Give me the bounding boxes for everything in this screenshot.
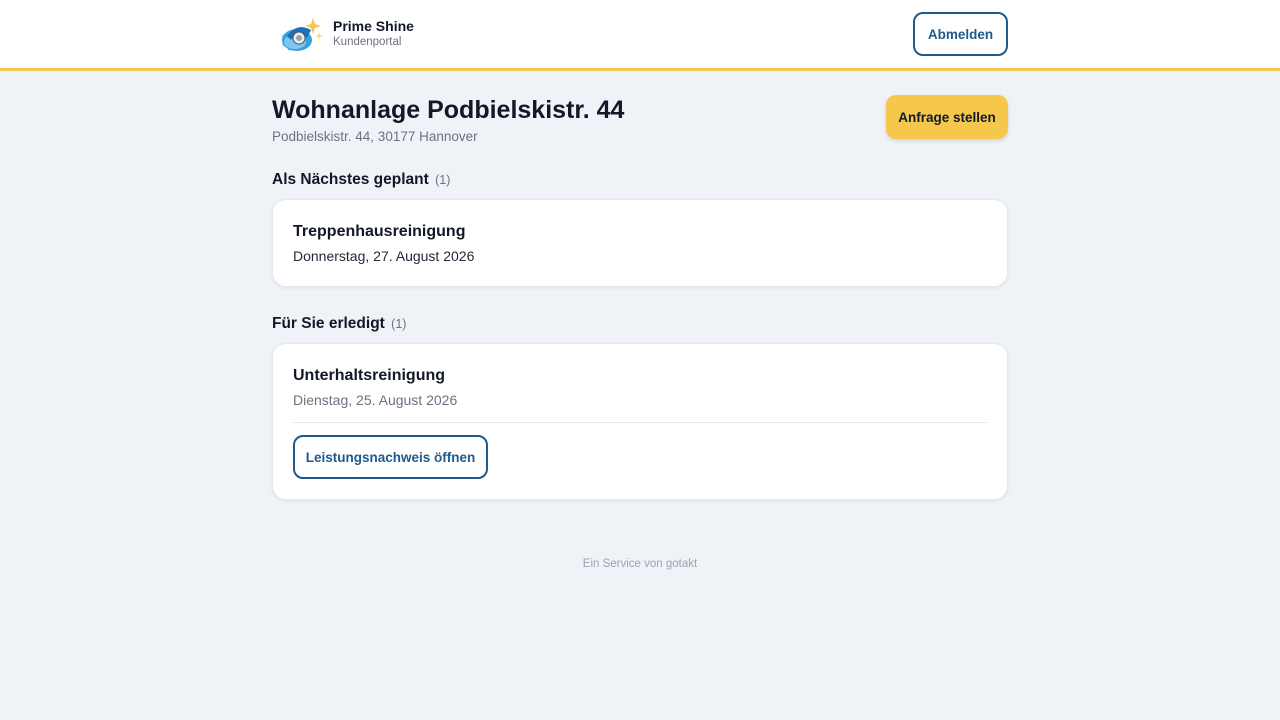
logout-button[interactable]: Abmelden <box>913 12 1008 56</box>
page-address: Podbielskistr. 44, 30177 Hannover <box>272 129 478 144</box>
next-appointment-card: Treppenhausreinigung Donnerstag, 27. Aug… <box>272 199 1008 287</box>
section-count-next: (1) <box>435 173 451 187</box>
completed-service-card: Unterhaltsreinigung Dienstag, 25. August… <box>272 343 1008 500</box>
card-date: Donnerstag, 27. August 2026 <box>293 248 475 264</box>
brand-text: Prime Shine Kundenportal <box>333 18 414 50</box>
prime-shine-logo-icon <box>281 18 323 51</box>
brand-name: Prime Shine <box>333 18 414 34</box>
card-title: Treppenhausreinigung <box>293 223 466 240</box>
section-heading-done: Für Sie erledigt (1) <box>272 314 406 334</box>
page-title: Wohnanlage Podbielskistr. 44 <box>272 96 625 124</box>
card-date: Dienstag, 25. August 2026 <box>293 392 458 408</box>
card-divider <box>293 422 987 423</box>
section-heading-next: Als Nächstes geplant (1) <box>272 170 450 190</box>
open-service-proof-button[interactable]: Leistungsnachweis öffnen <box>293 435 488 479</box>
request-button[interactable]: Anfrage stellen <box>886 95 1008 139</box>
app-header: Prime Shine Kundenportal Abmelden <box>0 0 1280 71</box>
footer-credit: Ein Service von gotakt <box>582 558 698 570</box>
section-heading-next-label: Als Nächstes geplant <box>272 171 429 188</box>
brand-subtitle: Kundenportal <box>333 36 402 48</box>
section-count-done: (1) <box>391 317 407 331</box>
brand[interactable]: Prime Shine Kundenportal <box>277 14 414 54</box>
card-title: Unterhaltsreinigung <box>293 367 446 384</box>
section-heading-done-label: Für Sie erledigt <box>272 315 385 332</box>
